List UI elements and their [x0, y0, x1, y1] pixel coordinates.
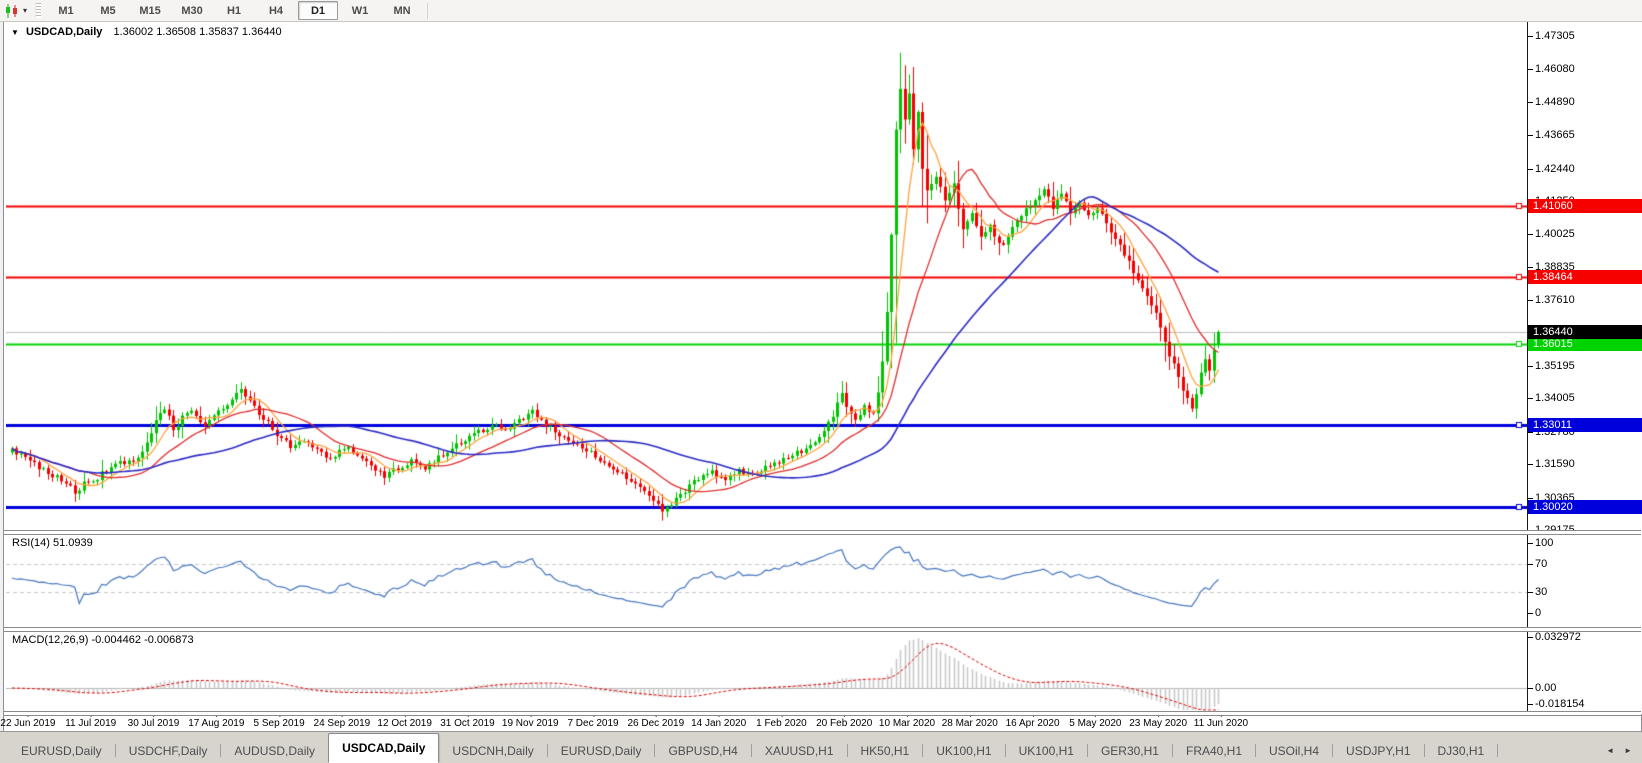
- price-tick-label: 1.46080: [1528, 63, 1575, 76]
- price-tick-label: 1.42440: [1528, 162, 1575, 175]
- date-tick-label: 17 Aug 2019: [188, 714, 245, 729]
- price-tick-label: 1.43665: [1528, 129, 1575, 142]
- mt4-terminal: { "toolbar": { "dropdown_caret": "▾", "t…: [0, 0, 1642, 763]
- timeframe-button-d1[interactable]: D1: [298, 1, 339, 20]
- date-tick-label: 14 Jan 2020: [691, 714, 747, 729]
- rsi-axis-label: 30: [1527, 586, 1548, 598]
- price-tick-label: 1.35195: [1528, 359, 1575, 372]
- timeframe-button-w1[interactable]: W1: [340, 1, 380, 20]
- price-axis[interactable]: 1.473051.460801.448901.436651.424401.412…: [1527, 22, 1642, 714]
- date-tick-label: 30 Jul 2019: [127, 714, 180, 729]
- chart-tab-bar: EURUSD,Daily USDCHF,Daily AUDUSD,Daily USDC…: [0, 731, 1642, 763]
- timeframe-toolbar: ▾ M1 M5 M15 M30 H1 H4 D1 W1 MN: [0, 0, 1642, 22]
- macd-axis-label: -0.018154: [1528, 698, 1585, 710]
- tab-scroll-arrows: ◄ ►: [1606, 746, 1642, 763]
- timeframe-button-m5[interactable]: M5: [88, 1, 128, 20]
- timeframe-button-m1[interactable]: M1: [46, 1, 86, 20]
- rsi-axis-label: 100: [1527, 537, 1554, 549]
- chart-title: ▼ USDCAD,Daily 1.36002 1.36508 1.35837 1…: [11, 26, 282, 38]
- chart-canvas[interactable]: [6, 22, 1527, 714]
- indicators-icon[interactable]: [0, 1, 22, 20]
- date-tick-label: 28 Mar 2020: [941, 714, 998, 729]
- price-tick-label: 1.40025: [1528, 228, 1575, 241]
- chart-window: ▼ USDCAD,Daily 1.36002 1.36508 1.35837 1…: [0, 21, 1642, 734]
- chart-tab-usdjpy-h1[interactable]: USDJPY,H1: [1333, 738, 1423, 763]
- date-tick-label: 5 May 2020: [1069, 714, 1122, 729]
- collapse-caret-icon[interactable]: ▼: [11, 28, 19, 37]
- chart-tab-hk50-h1[interactable]: HK50,H1: [848, 738, 923, 763]
- tab-scroll-right-icon[interactable]: ►: [1624, 746, 1632, 755]
- timeframe-button-h1[interactable]: H1: [214, 1, 254, 20]
- price-level-badge: 1.33011: [1528, 418, 1642, 433]
- macd-axis-label: 0.00: [1527, 682, 1557, 694]
- chart-tab-usdchf-daily[interactable]: USDCHF,Daily: [116, 738, 221, 763]
- price-tick-label: 1.44890: [1528, 95, 1575, 108]
- tab-divider: [1497, 744, 1499, 757]
- toolbar-separator: [427, 2, 429, 19]
- chart-tab-fra40-h1[interactable]: FRA40,H1: [1173, 738, 1255, 763]
- rsi-axis-label: 70: [1527, 558, 1548, 570]
- price-tick-label: 1.47305: [1528, 30, 1575, 42]
- chart-tab-dj30-h1[interactable]: DJ30,H1: [1425, 738, 1498, 763]
- chart-ohlc-values: 1.36002 1.36508 1.35837 1.36440: [113, 26, 282, 38]
- date-tick-label: 12 Oct 2019: [377, 714, 432, 729]
- date-tick-label: 31 Oct 2019: [440, 714, 495, 729]
- macd-axis-label: 0.032972: [1528, 630, 1581, 643]
- chart-tab-uk100-h1[interactable]: UK100,H1: [1006, 738, 1087, 763]
- date-tick-label: 20 Feb 2020: [816, 714, 873, 729]
- chart-tab-audusd-daily[interactable]: AUDUSD,Daily: [221, 738, 328, 763]
- pane-splitter-rsi[interactable]: [4, 530, 1641, 535]
- dropdown-caret-icon[interactable]: ▾: [22, 6, 33, 15]
- chart-tab-ger30-h1[interactable]: GER30,H1: [1088, 738, 1172, 763]
- date-tick-label: 7 Dec 2019: [567, 714, 619, 729]
- date-tick-label: 19 Nov 2019: [501, 714, 559, 729]
- rsi-indicator-label: RSI(14) 51.0939: [12, 537, 93, 549]
- chart-tab-usdcnh-daily[interactable]: USDCNH,Daily: [439, 738, 546, 763]
- tab-scroll-left-icon[interactable]: ◄: [1606, 746, 1614, 755]
- chart-symbol-period: USDCAD,Daily: [25, 26, 103, 38]
- pane-splitter-macd[interactable]: [4, 627, 1641, 632]
- chart-tab-xauusd-h1[interactable]: XAUUSD,H1: [752, 738, 847, 763]
- chart-tab-gbpusd-h4[interactable]: GBPUSD,H4: [655, 738, 750, 763]
- current-price-badge: 1.36440: [1528, 325, 1642, 340]
- timeframe-button-m30[interactable]: M30: [172, 1, 212, 20]
- date-tick-label: 5 Sep 2019: [253, 714, 305, 729]
- chart-tab-uk100-h1[interactable]: UK100,H1: [923, 738, 1004, 763]
- timeframe-button-h4[interactable]: H4: [256, 1, 296, 20]
- date-tick-label: 10 Mar 2020: [878, 714, 936, 729]
- timeframe-button-mn[interactable]: MN: [382, 1, 422, 20]
- date-tick-label: 26 Dec 2019: [627, 714, 685, 729]
- price-level-badge: 1.38464: [1528, 269, 1642, 284]
- pane-splitter-dates: [4, 711, 1641, 716]
- toolbar-grip[interactable]: [35, 3, 42, 18]
- chart-tab-eurusd-daily[interactable]: EURUSD,Daily: [548, 738, 655, 763]
- price-level-badge: 1.30020: [1528, 499, 1642, 514]
- date-tick-label: 23 May 2020: [1129, 714, 1188, 729]
- price-tick-label: 1.34005: [1528, 392, 1575, 405]
- date-tick-label: 24 Sep 2019: [313, 714, 371, 729]
- price-tick-label: 1.37610: [1528, 294, 1575, 307]
- rsi-axis-label: 0: [1527, 607, 1542, 619]
- macd-indicator-label: MACD(12,26,9) -0.004462 -0.006873: [12, 634, 194, 646]
- price-tick-label: 1.31590: [1528, 458, 1575, 471]
- date-tick-label: 11 Jul 2019: [65, 714, 117, 729]
- date-tick-label: 11 Jun 2020: [1193, 714, 1249, 729]
- date-tick-label: 1 Feb 2020: [756, 714, 807, 729]
- date-tick-label: 22 Jun 2019: [0, 714, 56, 729]
- chart-tab-usoil-h4[interactable]: USOil,H4: [1256, 738, 1332, 763]
- timeframe-button-m15[interactable]: M15: [130, 1, 170, 20]
- chart-tab-usdcad-daily[interactable]: USDCAD,Daily: [328, 733, 440, 763]
- timeframe-buttons: M1 M5 M15 M30 H1 H4 D1 W1 MN: [45, 1, 423, 20]
- price-level-badge: 1.41060: [1528, 199, 1642, 214]
- date-tick-label: 16 Apr 2020: [1005, 714, 1060, 729]
- chart-tab-eurusd-daily[interactable]: EURUSD,Daily: [8, 738, 115, 763]
